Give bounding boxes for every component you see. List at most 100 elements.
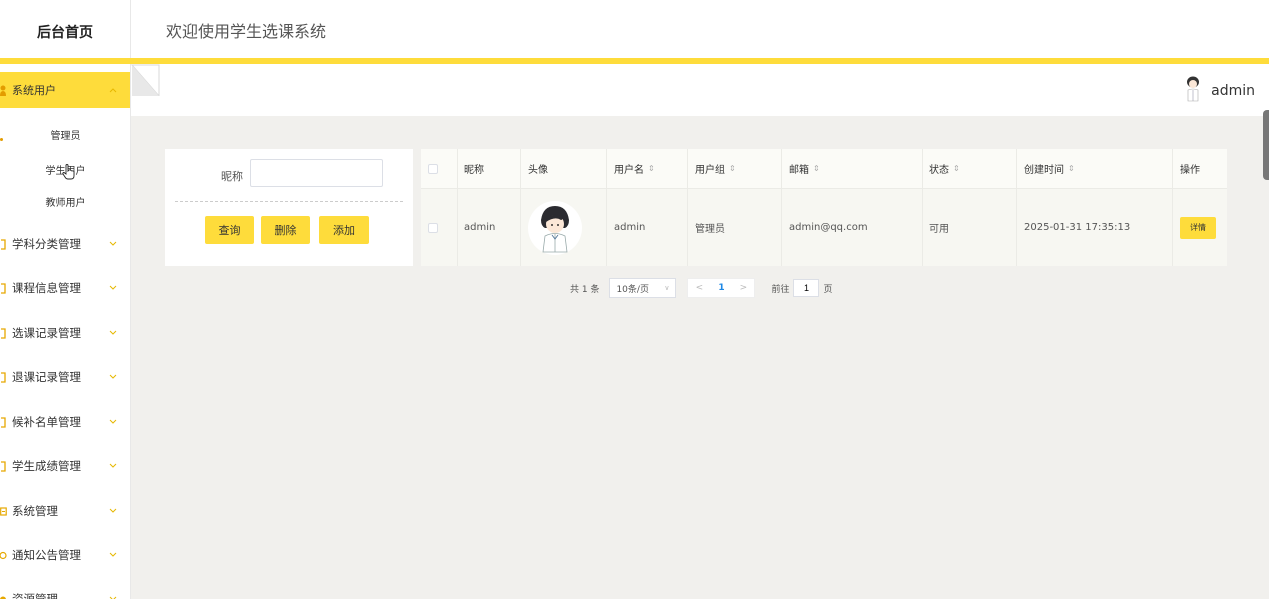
- page-size-value: 10条/页: [616, 284, 649, 295]
- sidebar-item-course-info[interactable]: 课程信息管理: [0, 273, 130, 303]
- menu-icon: [0, 371, 8, 383]
- sidebar-subitem-students[interactable]: 学生用户: [0, 154, 130, 184]
- resource-icon: [0, 594, 8, 599]
- chevron-down-icon: [109, 373, 117, 381]
- query-button[interactable]: 查询: [205, 216, 254, 244]
- cell-email: admin@qq.com: [789, 222, 868, 233]
- chevron-down-icon: [109, 418, 117, 426]
- next-page-button[interactable]: >: [732, 283, 754, 293]
- header-status[interactable]: 状态 ⇕: [929, 149, 960, 188]
- table-header-row: 昵称 头像 用户名 ⇕ 用户组 ⇕ 邮箱 ⇕ 状态 ⇕ 创建时间 ⇕ 操作: [421, 149, 1227, 189]
- sidebar-subitem-label: 管理员: [50, 130, 81, 142]
- column-divider: [606, 149, 607, 266]
- sidebar-item-waitlist[interactable]: 候补名单管理: [0, 407, 130, 437]
- header-created[interactable]: 创建时间 ⇕: [1024, 149, 1075, 188]
- chevron-down-icon: ∨: [664, 284, 670, 292]
- nickname-label: 昵称: [221, 170, 243, 183]
- goto-label: 前往: [771, 284, 790, 295]
- user-table: 昵称 头像 用户名 ⇕ 用户组 ⇕ 邮箱 ⇕ 状态 ⇕ 创建时间 ⇕ 操作 admin a…: [421, 149, 1227, 266]
- page-number-current[interactable]: 1: [710, 283, 732, 293]
- chevron-down-icon: [109, 551, 117, 559]
- sidebar-item-enroll-records[interactable]: 选课记录管理: [0, 318, 130, 348]
- menu-icon: [0, 282, 8, 294]
- chevron-up-icon: [109, 86, 117, 94]
- sidebar-item-label: 课程信息管理: [12, 281, 81, 295]
- sidebar-toggle-icon[interactable]: [130, 64, 161, 98]
- sidebar-subitem-admin[interactable]: 管理员: [0, 119, 130, 149]
- sidebar-item-label: 通知公告管理: [12, 548, 81, 562]
- cell-created: 2025-01-31 17:35:13: [1024, 222, 1131, 233]
- header-nickname: 昵称: [464, 165, 484, 176]
- chevron-down-icon: [109, 329, 117, 337]
- sort-icon[interactable]: ⇕: [953, 164, 960, 173]
- row-checkbox[interactable]: [428, 189, 438, 266]
- cell-group: 管理员: [695, 224, 725, 235]
- cell-nickname: admin: [464, 222, 496, 233]
- avatar[interactable]: [527, 189, 583, 266]
- chevron-down-icon: [109, 462, 117, 470]
- sidebar-item-label: 系统管理: [12, 504, 58, 518]
- sidebar-subitem-teachers[interactable]: 教师用户: [0, 186, 130, 216]
- bullet-icon: [0, 133, 3, 141]
- top-header: 欢迎使用学生选课系统: [131, 0, 1269, 60]
- header-avatar: 头像: [528, 165, 548, 176]
- header-group[interactable]: 用户组 ⇕: [695, 149, 736, 188]
- sort-icon[interactable]: ⇕: [813, 164, 820, 173]
- column-divider: [687, 149, 688, 266]
- detail-button[interactable]: 详情: [1180, 216, 1216, 239]
- menu-icon: [0, 416, 8, 428]
- sidebar-item-subject-category[interactable]: 学科分类管理: [0, 229, 130, 259]
- cell-username: admin: [614, 222, 646, 233]
- add-button[interactable]: 添加: [319, 216, 369, 244]
- header-username[interactable]: 用户名 ⇕: [614, 149, 655, 188]
- sidebar-item-system-management[interactable]: 系统管理: [0, 496, 130, 526]
- header-label: 创建时间: [1024, 165, 1064, 176]
- sort-icon[interactable]: ⇕: [648, 164, 655, 173]
- user-menu[interactable]: admin: [1185, 76, 1255, 105]
- column-divider: [1172, 149, 1173, 266]
- delete-button[interactable]: 删除: [261, 216, 310, 244]
- total-count: 共 1 条: [570, 284, 600, 295]
- sidebar-item-label: 学科分类管理: [12, 237, 81, 251]
- user-icon: [0, 85, 8, 96]
- cell-status: 可用: [929, 224, 949, 235]
- chevron-down-icon: [109, 240, 117, 248]
- column-divider: [520, 149, 521, 266]
- sort-icon[interactable]: ⇕: [1068, 164, 1075, 173]
- sidebar-item-resources[interactable]: 资源管理: [0, 584, 130, 599]
- header-label: 用户组: [695, 165, 725, 176]
- menu-icon: [0, 327, 8, 339]
- column-divider: [781, 149, 782, 266]
- sidebar-item-system-users[interactable]: 系统用户: [0, 72, 130, 108]
- sidebar-item-label: 学生成绩管理: [12, 459, 81, 473]
- sidebar-item-label: 选课记录管理: [12, 326, 81, 340]
- header-actions: 操作: [1180, 165, 1200, 176]
- sub-header: admin: [130, 64, 1269, 116]
- header-email[interactable]: 邮箱 ⇕: [789, 149, 820, 188]
- header-label: 状态: [929, 165, 949, 176]
- column-divider: [1016, 149, 1017, 266]
- menu-icon: [0, 460, 8, 472]
- username-label: admin: [1211, 82, 1255, 99]
- prev-page-button[interactable]: <: [688, 283, 710, 293]
- menu-icon: [0, 238, 8, 250]
- sidebar-item-grades[interactable]: 学生成绩管理: [0, 451, 130, 481]
- column-divider: [922, 149, 923, 266]
- sidebar-item-notices[interactable]: 通知公告管理: [0, 540, 130, 570]
- column-divider: [457, 149, 458, 266]
- notice-icon: [0, 550, 8, 561]
- page-size-select[interactable]: 10条/页 ∨: [609, 278, 677, 298]
- brand-title[interactable]: 后台首页: [0, 0, 130, 63]
- scrollbar-thumb[interactable]: [1263, 110, 1269, 180]
- page-suffix: 页: [823, 284, 833, 295]
- nickname-search-input[interactable]: [250, 159, 383, 187]
- divider: [175, 201, 403, 202]
- sort-icon[interactable]: ⇕: [729, 164, 736, 173]
- select-all-checkbox[interactable]: [428, 149, 438, 188]
- page-nav: < 1 >: [687, 278, 756, 298]
- sidebar-item-drop-records[interactable]: 退课记录管理: [0, 362, 130, 392]
- goto-page-input[interactable]: [793, 279, 820, 297]
- chevron-down-icon: [109, 595, 117, 599]
- avatar: [1185, 76, 1201, 105]
- header-label: 邮箱: [789, 165, 809, 176]
